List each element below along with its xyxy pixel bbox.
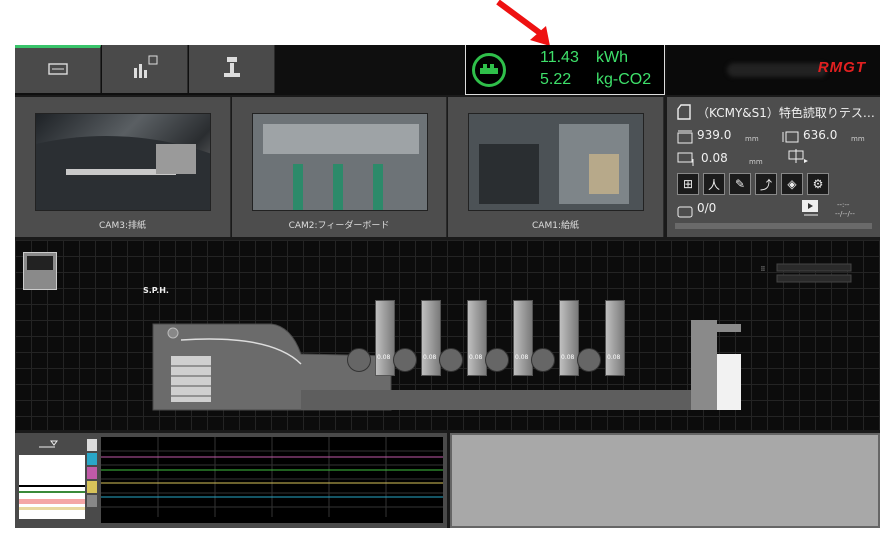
transfer-cylinder <box>485 348 509 372</box>
camera-feed-image <box>252 113 428 211</box>
rollers-icon: ⚙ <box>812 177 824 191</box>
camera-label: CAM1:給紙 <box>532 221 579 231</box>
sheet-width-value: 939.0 <box>697 128 732 142</box>
settings-button-4[interactable]: ⤴ <box>755 173 777 195</box>
print-unit-4[interactable] <box>513 300 533 376</box>
sheet-preview <box>19 455 85 519</box>
unit-indicator-bars: ⁞⁞ <box>761 262 853 288</box>
settings-button-3[interactable]: ✎ <box>729 173 751 195</box>
ink-chart-panel <box>15 433 447 528</box>
sheet-thickness-unit: mm <box>749 158 763 166</box>
ink-color-selector[interactable] <box>87 439 97 519</box>
unit-value: 0.08 <box>423 354 437 361</box>
progress-bar <box>675 223 872 229</box>
press-console-screen: 11.43 kWh 5.22 kg-CO2 RMGT CAM3:排紙 CAM2:… <box>15 45 880 528</box>
unit-value: 0.08 <box>469 354 483 361</box>
sheet-height-value: 636.0 <box>803 128 838 142</box>
tab-maintenance[interactable] <box>189 45 275 93</box>
center-position-icon[interactable] <box>787 149 809 169</box>
settings-button-6[interactable]: ⚙ <box>807 173 829 195</box>
print-unit-1[interactable] <box>375 300 395 376</box>
energy-kwh-unit: kWh <box>596 49 628 66</box>
schedule-time: --:-- <box>837 201 850 209</box>
settings-button-2[interactable]: 人 <box>703 173 725 195</box>
camera-panel-feeder[interactable]: CAM1:給紙 <box>448 97 664 237</box>
job-info-panel: （KCMY&S1）特色読取りテス… 939.0 mm 636.0 mm 0.08… <box>667 97 880 237</box>
sheet-count: 0/0 <box>697 201 717 215</box>
print-unit-6[interactable] <box>605 300 625 376</box>
settings-button-1[interactable]: ⊞ <box>677 173 699 195</box>
print-unit-3[interactable] <box>467 300 487 376</box>
grid-icon: ⊞ <box>682 177 694 191</box>
transfer-cylinder <box>577 348 601 372</box>
edit-icon: ✎ <box>734 177 746 191</box>
unit-value: 0.08 <box>561 354 575 361</box>
brand-logo: RMGT <box>817 59 866 76</box>
console-icon[interactable] <box>23 252 57 290</box>
crosshair-icon: ◈ <box>787 177 797 191</box>
sheet-thickness-icon <box>677 151 695 171</box>
co2-value: 5.22 <box>540 71 572 88</box>
camera-panel-delivery[interactable]: CAM3:排紙 <box>15 97 231 237</box>
sheet-height-icon <box>781 129 799 148</box>
unit-value: 0.08 <box>377 354 391 361</box>
print-unit-2[interactable] <box>421 300 441 376</box>
transfer-cylinder <box>347 348 371 372</box>
eco-press-icon <box>472 53 506 87</box>
camera-feed-image <box>35 113 211 211</box>
sheet-height-unit: mm <box>851 135 865 143</box>
monitor-icon <box>47 61 69 81</box>
camera-label: CAM2:フィーダーボード <box>288 221 390 231</box>
split-icon: 人 <box>707 177 720 192</box>
sheet-thickness-value: 0.08 <box>701 151 728 165</box>
co2-unit: kg-CO2 <box>596 71 652 88</box>
transfer-cylinder <box>439 348 463 372</box>
info-display-panel <box>450 433 880 528</box>
schedule-date: --/--/-- <box>835 210 855 218</box>
ink-profile-chart <box>101 437 443 523</box>
svg-text:⁞⁞: ⁞⁞ <box>761 265 765 273</box>
top-bar: 11.43 kWh 5.22 kg-CO2 RMGT <box>15 45 880 95</box>
camera-feed-image <box>468 113 644 211</box>
tab-statistics[interactable] <box>102 45 188 93</box>
ink-key-icon[interactable] <box>37 437 61 456</box>
transfer-cylinder <box>393 348 417 372</box>
sheet-width-icon <box>677 129 693 148</box>
camera-panel-feeder-board[interactable]: CAM2:フィーダーボード <box>232 97 447 237</box>
schedule-icon[interactable] <box>801 199 821 221</box>
camera-label: CAM3:排紙 <box>99 221 146 231</box>
job-name[interactable]: （KCMY&S1）特色読取りテス… <box>697 104 875 121</box>
tab-camera-view[interactable] <box>15 45 101 93</box>
transfer-cylinder <box>531 348 555 372</box>
flow-icon: ⤴ <box>759 177 772 192</box>
press-machine-diagram: S.P.H. ⁞⁞ 0.08 0.08 0.08 0.08 0.08 0.08 <box>15 240 880 430</box>
press-unit-icon <box>221 55 243 83</box>
job-document-icon <box>677 104 691 124</box>
settings-button-5[interactable]: ◈ <box>781 173 803 195</box>
bar-chart-icon <box>130 54 160 84</box>
redacted-label <box>727 63 827 77</box>
print-unit-5[interactable] <box>559 300 579 376</box>
annotation-arrow <box>496 0 550 46</box>
brand-area: RMGT <box>667 45 880 95</box>
sheet-width-unit: mm <box>745 135 759 143</box>
unit-value: 0.08 <box>607 354 621 361</box>
sheet-count-icon <box>677 203 693 222</box>
unit-value: 0.08 <box>515 354 529 361</box>
energy-display: 11.43 kWh 5.22 kg-CO2 <box>465 45 665 95</box>
energy-kwh-value: 11.43 <box>540 49 579 66</box>
